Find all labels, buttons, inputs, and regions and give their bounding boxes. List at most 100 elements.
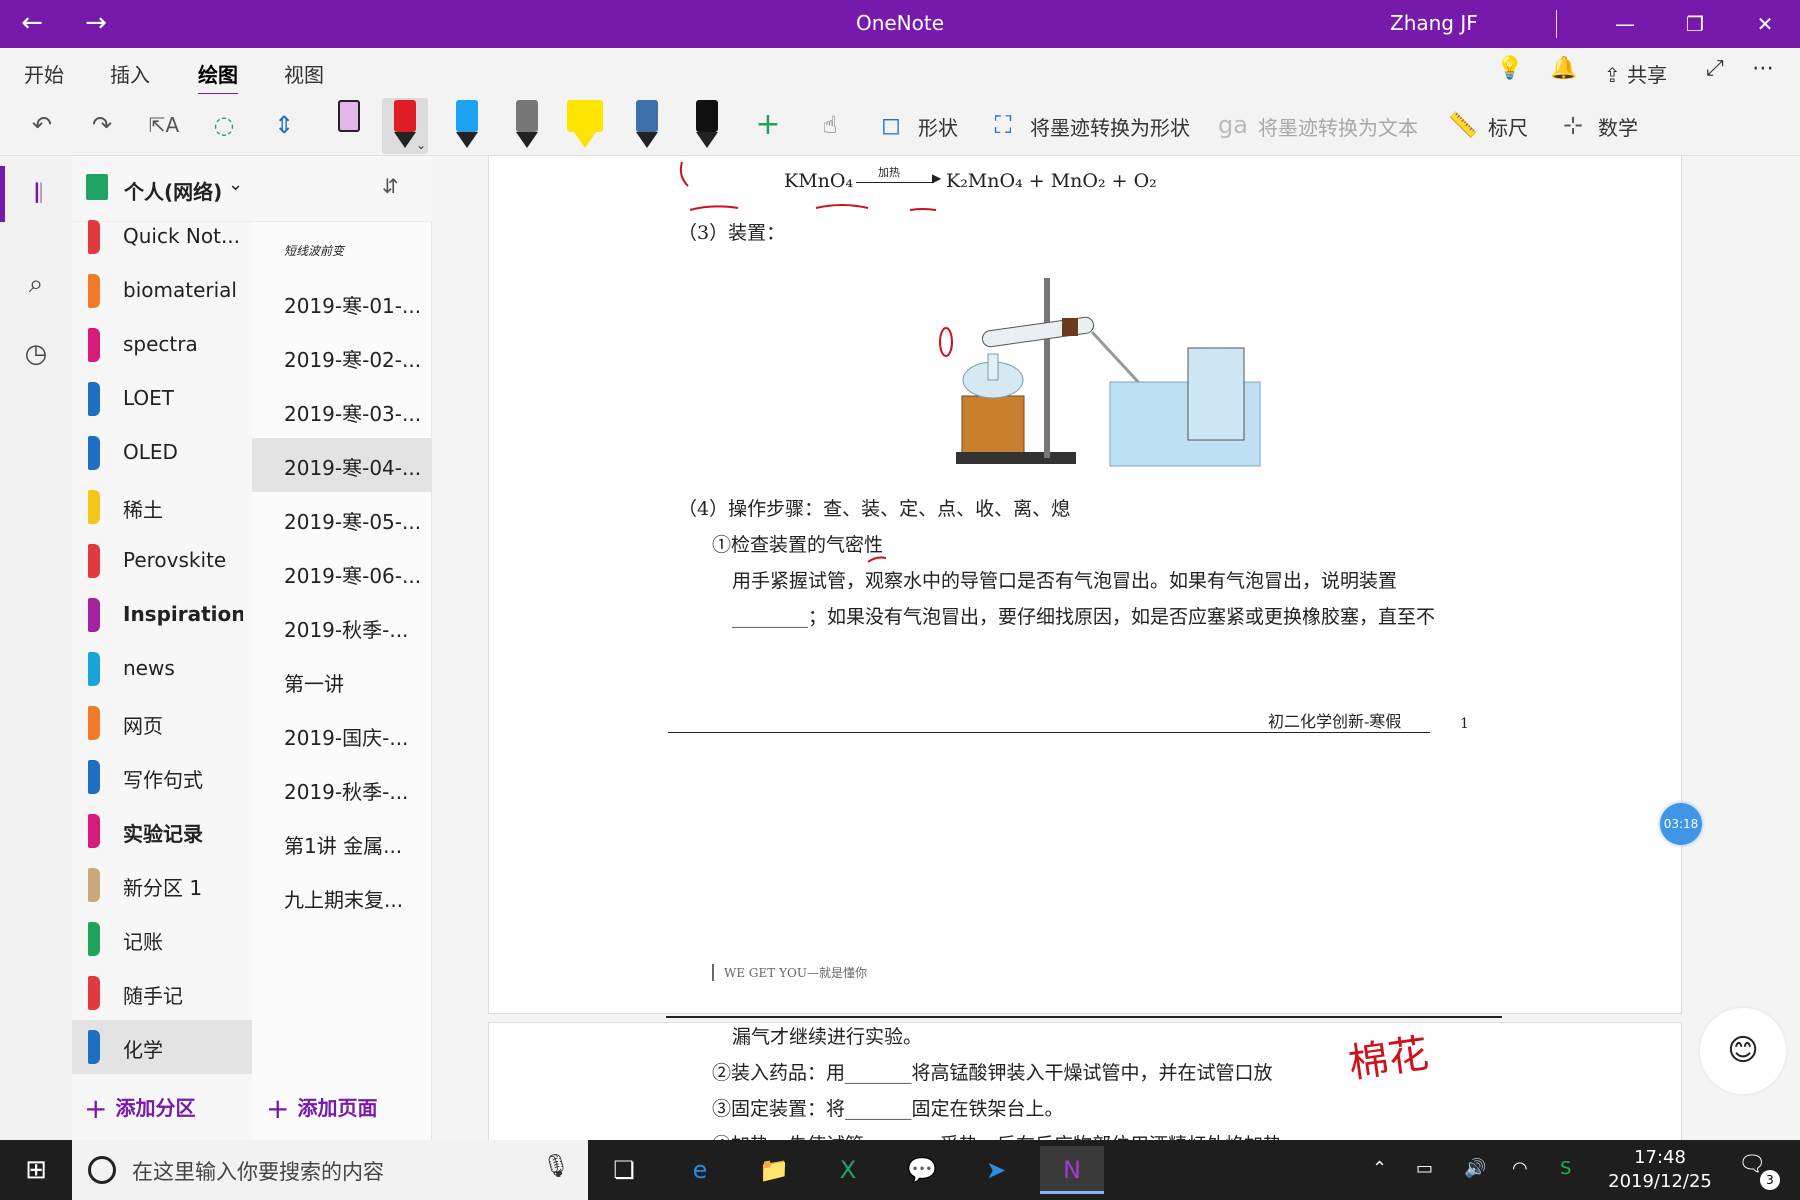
volume-icon[interactable]: 🔊 [1464, 1158, 1486, 1179]
section-item[interactable]: 新分区 1 [72, 858, 252, 912]
math-icon[interactable]: ⊹ [1556, 106, 1590, 144]
section-color-tab [88, 868, 100, 902]
page-item[interactable]: 九上期末复... [252, 870, 432, 924]
taskbar-search[interactable]: 在这里输入你要搜索的内容 🎙 [72, 1140, 588, 1200]
page-item[interactable]: 2019-寒-03-... [252, 384, 432, 438]
page-item[interactable]: 第1讲 金属... [252, 816, 432, 870]
section-item[interactable]: 网页 [72, 696, 252, 750]
page-label: 第一讲 [284, 672, 344, 696]
section-item[interactable]: 化学 [72, 1020, 252, 1074]
black-pen[interactable] [684, 98, 730, 154]
math-label[interactable]: 数学 [1598, 112, 1638, 141]
file-explorer-icon[interactable]: 📁 [742, 1146, 806, 1194]
tab-draw[interactable]: 绘图 [198, 59, 238, 96]
feishu-icon[interactable]: ➤ [964, 1146, 1028, 1194]
page-item[interactable]: 2019-秋季-... [252, 600, 432, 654]
pencil-pen[interactable] [504, 98, 550, 154]
section-item[interactable]: 写作句式 [72, 750, 252, 804]
add-space-icon[interactable]: ⇕ [264, 106, 304, 144]
section-item[interactable]: Perovskite [72, 534, 252, 588]
task-view-icon[interactable]: ❏ [592, 1146, 656, 1194]
battery-icon[interactable]: ▭ [1416, 1158, 1433, 1179]
galaxy-pen[interactable] [624, 98, 670, 154]
section-label: biomaterial [123, 278, 237, 302]
search-icon[interactable]: ⌕ [0, 256, 72, 312]
add-page-button[interactable]: + 添加页面 [266, 1072, 377, 1140]
section-item[interactable]: Inspiration [72, 588, 252, 642]
page-item[interactable]: 2019-寒-04-... [252, 438, 432, 492]
onenote-taskbar-icon[interactable]: N [1040, 1146, 1104, 1194]
section-item[interactable]: 稀土 [72, 480, 252, 534]
page-item[interactable]: 2019-寒-02-... [252, 330, 432, 384]
sort-icon[interactable]: ⇵ [382, 174, 399, 198]
tab-home[interactable]: 开始 [24, 59, 64, 88]
section-item[interactable]: 实验记录 [72, 804, 252, 858]
wechat-icon[interactable]: 💬 [890, 1146, 954, 1194]
page-item[interactable]: 2019-国庆-... [252, 708, 432, 762]
redo-icon[interactable]: ↷ [82, 106, 122, 144]
section-item[interactable]: LOET [72, 372, 252, 426]
microphone-icon[interactable]: 🎙 [542, 1154, 570, 1179]
lasso-select-icon[interactable]: ◌ [204, 106, 244, 144]
wifi-icon[interactable]: ◠ [1512, 1158, 1528, 1179]
plus-icon: + [266, 1092, 290, 1125]
section-label: news [123, 656, 175, 680]
tab-view[interactable]: 视图 [284, 59, 324, 88]
lightbulb-icon[interactable]: 💡 [1496, 56, 1523, 81]
blue-pen[interactable] [444, 98, 490, 154]
more-icon[interactable]: ⋯ [1752, 56, 1774, 81]
page-item[interactable]: 2019-寒-06-... [252, 546, 432, 600]
notebooks-icon[interactable]: 𝄃 [0, 166, 72, 222]
section-item[interactable]: spectra [72, 318, 252, 372]
type-select-icon[interactable]: ⇱A [144, 106, 184, 144]
page-label: 2019-寒-05-... [284, 510, 422, 534]
windows-start-icon[interactable]: ⊞ [0, 1140, 72, 1200]
undo-icon[interactable]: ↶ [22, 106, 62, 144]
timer-badge[interactable]: 03:18 [1660, 803, 1702, 845]
user-name[interactable]: Zhang JF [1390, 11, 1478, 35]
excel-icon[interactable]: X [816, 1146, 880, 1194]
share-button[interactable]: ⇪ 共享 [1604, 59, 1667, 88]
section-item[interactable]: news [72, 642, 252, 696]
minimize-icon[interactable]: — [1600, 6, 1650, 42]
touch-drawing-icon[interactable]: ☝ [810, 106, 850, 144]
section-item[interactable]: Quick Not... [72, 210, 252, 264]
section-color-tab [88, 328, 100, 362]
page-item[interactable]: 第一讲 [252, 654, 432, 708]
recent-clock-icon[interactable]: ◷ [0, 326, 72, 382]
section-item[interactable]: biomaterial [72, 264, 252, 318]
yellow-highlighter[interactable] [562, 98, 608, 154]
page-item[interactable]: 2019-寒-01-... [252, 276, 432, 330]
restore-icon[interactable]: ❐ [1670, 6, 1720, 42]
add-section-button[interactable]: + 添加分区 [84, 1072, 195, 1140]
ink-to-shape-icon[interactable]: ⛶ [986, 106, 1020, 144]
page-canvas[interactable]: KMnO₄ 加热 ▶ K₂MnO₄ + MnO₂ + O₂ （3）装置： （4）… [432, 156, 1800, 1140]
ruler-icon[interactable]: 📏 [1446, 106, 1480, 144]
red-pen[interactable]: ⌄ [382, 98, 428, 154]
page-item[interactable]: 短线波前变 [252, 222, 432, 276]
chevron-down-icon[interactable]: ⌄ [228, 174, 243, 195]
page-item[interactable]: 2019-寒-05-... [252, 492, 432, 546]
section-item[interactable]: 随手记 [72, 966, 252, 1020]
ruler-label[interactable]: 标尺 [1488, 112, 1528, 141]
section-item[interactable]: 记账 [72, 912, 252, 966]
tab-insert[interactable]: 插入 [110, 59, 150, 88]
plus-icon: + [84, 1092, 108, 1125]
shapes-label[interactable]: 形状 [918, 112, 958, 141]
shapes-icon[interactable]: ◻ [874, 106, 908, 144]
ink-to-shape-label[interactable]: 将墨迹转换为形状 [1030, 112, 1190, 141]
close-icon[interactable]: ✕ [1740, 6, 1790, 42]
show-hidden-icons-icon[interactable]: ⌃ [1372, 1158, 1387, 1179]
edge-icon[interactable]: e [668, 1146, 732, 1194]
taskbar-clock[interactable]: 17:48 2019/12/25 [1600, 1146, 1720, 1194]
fullscreen-icon[interactable]: ⤢ [1706, 56, 1724, 81]
section-color-tab [88, 274, 100, 308]
section-color-tab [88, 814, 100, 848]
bell-icon[interactable]: 🔔 [1550, 56, 1577, 81]
eraser-pen[interactable] [326, 98, 372, 154]
section-item[interactable]: OLED [72, 426, 252, 480]
section-color-tab [88, 976, 100, 1010]
page-item[interactable]: 2019-秋季-... [252, 762, 432, 816]
sogou-input-icon[interactable]: S [1560, 1158, 1571, 1179]
add-pen-icon[interactable]: + [748, 106, 788, 144]
